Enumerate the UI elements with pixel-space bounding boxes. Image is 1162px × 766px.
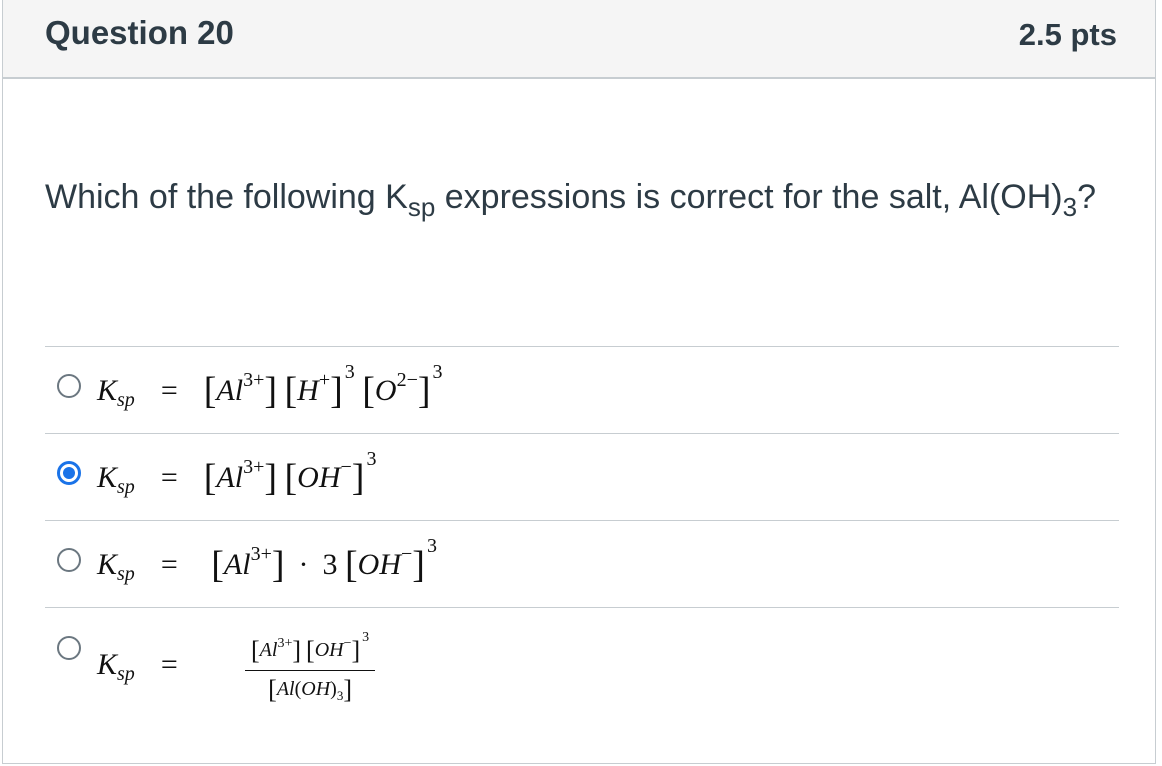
question-text-subscript: sp [407,192,436,222]
answer-expression-d-lhs: Ksp = [97,648,178,685]
fraction-numerator: [Al3+] [OH−] 3 [245,630,376,671]
question-text-part: ? [1077,178,1097,216]
answer-expression-b: Ksp = [Al3+] [OH−] 3 [97,448,377,499]
answer-option-d[interactable]: Ksp = [Al3+] [OH−] 3 [Al(OH)3] [45,607,1119,719]
answer-list: Ksp = [Al3+] [H+] 3 [O2−] 3 Ksp = [Al3+] [OH−]… [45,346,1119,719]
radio-button-a[interactable] [57,374,81,398]
answer-expression-d-fraction: [Al3+] [OH−] 3 [Al(OH)3] [245,630,376,705]
answer-expression-a: Ksp = [Al3+] [H+] 3 [O2−] 3 [97,361,443,412]
question-header: Question 20 2.5 pts [3,0,1155,79]
answer-option-c[interactable]: Ksp = [Al3+] · 3 [OH−] 3 [45,520,1119,607]
radio-button-c[interactable] [57,548,81,572]
radio-button-b[interactable] [57,461,81,485]
answer-option-b[interactable]: Ksp = [Al3+] [OH−] 3 [45,433,1119,520]
question-text-part: expressions is correct for the salt, Al(… [435,178,1063,216]
question-text-subscript: 3 [1062,192,1078,222]
question-title: Question 20 [45,14,234,51]
answer-option-a[interactable]: Ksp = [Al3+] [H+] 3 [O2−] 3 [45,346,1119,433]
question-text: Which of the following Ksp expressions i… [45,168,1105,226]
fraction-denominator: [Al(OH)3] [268,675,353,704]
question-points: 2.5 pts [1018,17,1117,52]
answer-expression-c: Ksp = [Al3+] · 3 [OH−] 3 [97,535,437,586]
question-text-part: Which of the following K [45,178,408,216]
radio-button-d[interactable] [57,636,81,660]
question-card: Question 20 2.5 pts Which of the followi… [2,0,1156,764]
